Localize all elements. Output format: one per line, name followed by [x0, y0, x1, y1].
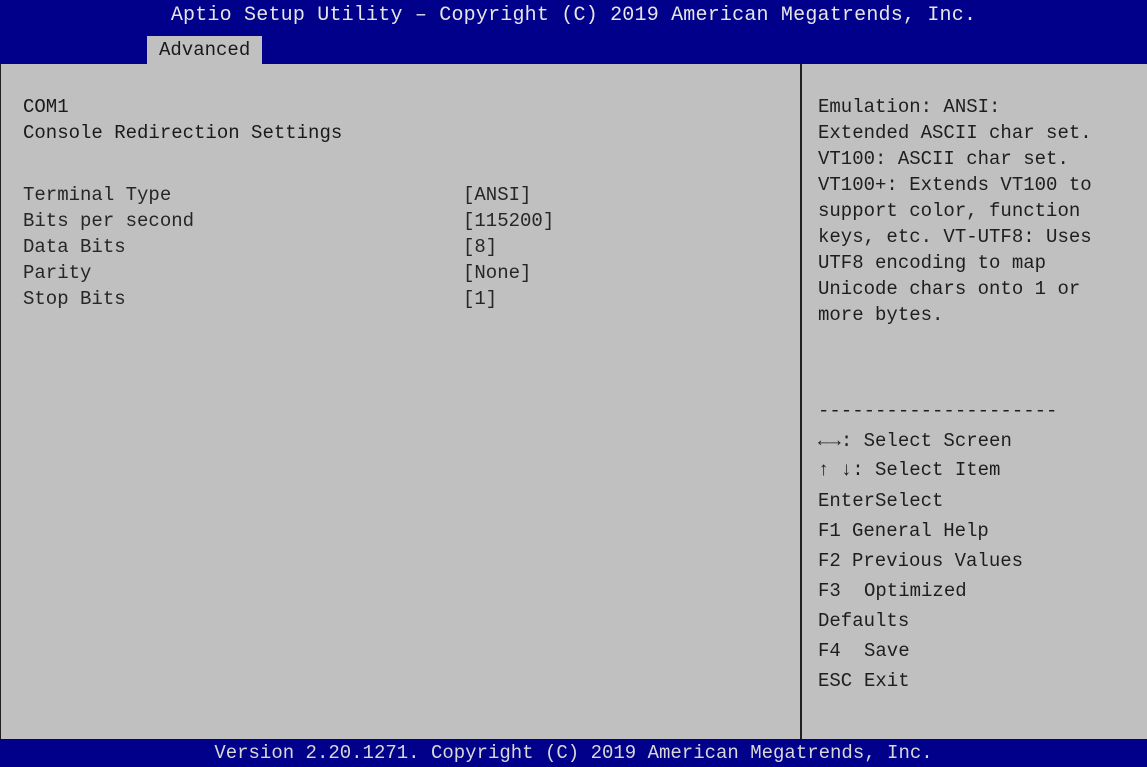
help-text-line: Emulation: ANSI: [818, 96, 1001, 118]
arrow-up-down-icon: ↑ ↓ [818, 459, 853, 481]
help-separator: --------------------- [818, 400, 1058, 422]
key-hint-f4: F4 Save [818, 640, 910, 662]
main-panel: COM1 Console Redirection Settings Termin… [0, 64, 1147, 739]
version-text: Version 2.20.1271. Copyright (C) 2019 Am… [214, 742, 933, 764]
help-text-line: VT100: ASCII char set. [818, 148, 1069, 170]
key-hint-f3: F3 Optimized [818, 580, 967, 602]
app-title: Aptio Setup Utility – Copyright (C) 2019… [170, 4, 977, 27]
help-text-line: more bytes. [818, 304, 944, 326]
key-hint-enter: EnterSelect [818, 490, 944, 512]
setting-label: Stop Bits [23, 288, 126, 310]
setting-value[interactable]: [ANSI] [463, 182, 531, 208]
help-text-line: keys, etc. VT-UTF8: Uses [818, 226, 1092, 248]
key-hint-f3-cont: Defaults [818, 610, 910, 632]
key-hint-select-screen: ←→: Select Screen [818, 430, 1012, 452]
help-text-line: Extended ASCII char set. [818, 122, 1092, 144]
setting-label: Terminal Type [23, 184, 172, 206]
setting-value[interactable]: [8] [463, 234, 497, 260]
section-title: COM1 [23, 96, 69, 118]
top-bar: Aptio Setup Utility – Copyright (C) 2019… [0, 0, 1147, 64]
tab-advanced[interactable]: Advanced [147, 36, 263, 64]
help-text-line: UTF8 encoding to map [818, 252, 1047, 274]
help-text-line: support color, function [818, 200, 1081, 222]
footer-bar: Version 2.20.1271. Copyright (C) 2019 Am… [0, 739, 1147, 767]
arrow-left-right-icon: ←→ [818, 430, 841, 452]
setting-label: Parity [23, 262, 92, 284]
key-hint-f1: F1 General Help [818, 520, 989, 542]
help-text-line: VT100+: Extends VT100 to [818, 174, 1092, 196]
key-hint-esc: ESC Exit [818, 670, 910, 692]
help-text-line: Unicode chars onto 1 or [818, 278, 1081, 300]
setting-label: Data Bits [23, 236, 126, 258]
setting-value[interactable]: [None] [463, 260, 531, 286]
section-subtitle: Console Redirection Settings [23, 122, 343, 144]
key-hint-select-item: ↑ ↓: Select Item [818, 459, 1001, 481]
key-hint-f2: F2 Previous Values [818, 550, 1024, 572]
setting-value[interactable]: [115200] [463, 208, 554, 234]
setting-value[interactable]: [1] [463, 286, 497, 312]
panel-divider [800, 64, 802, 739]
setting-label: Bits per second [23, 210, 195, 232]
